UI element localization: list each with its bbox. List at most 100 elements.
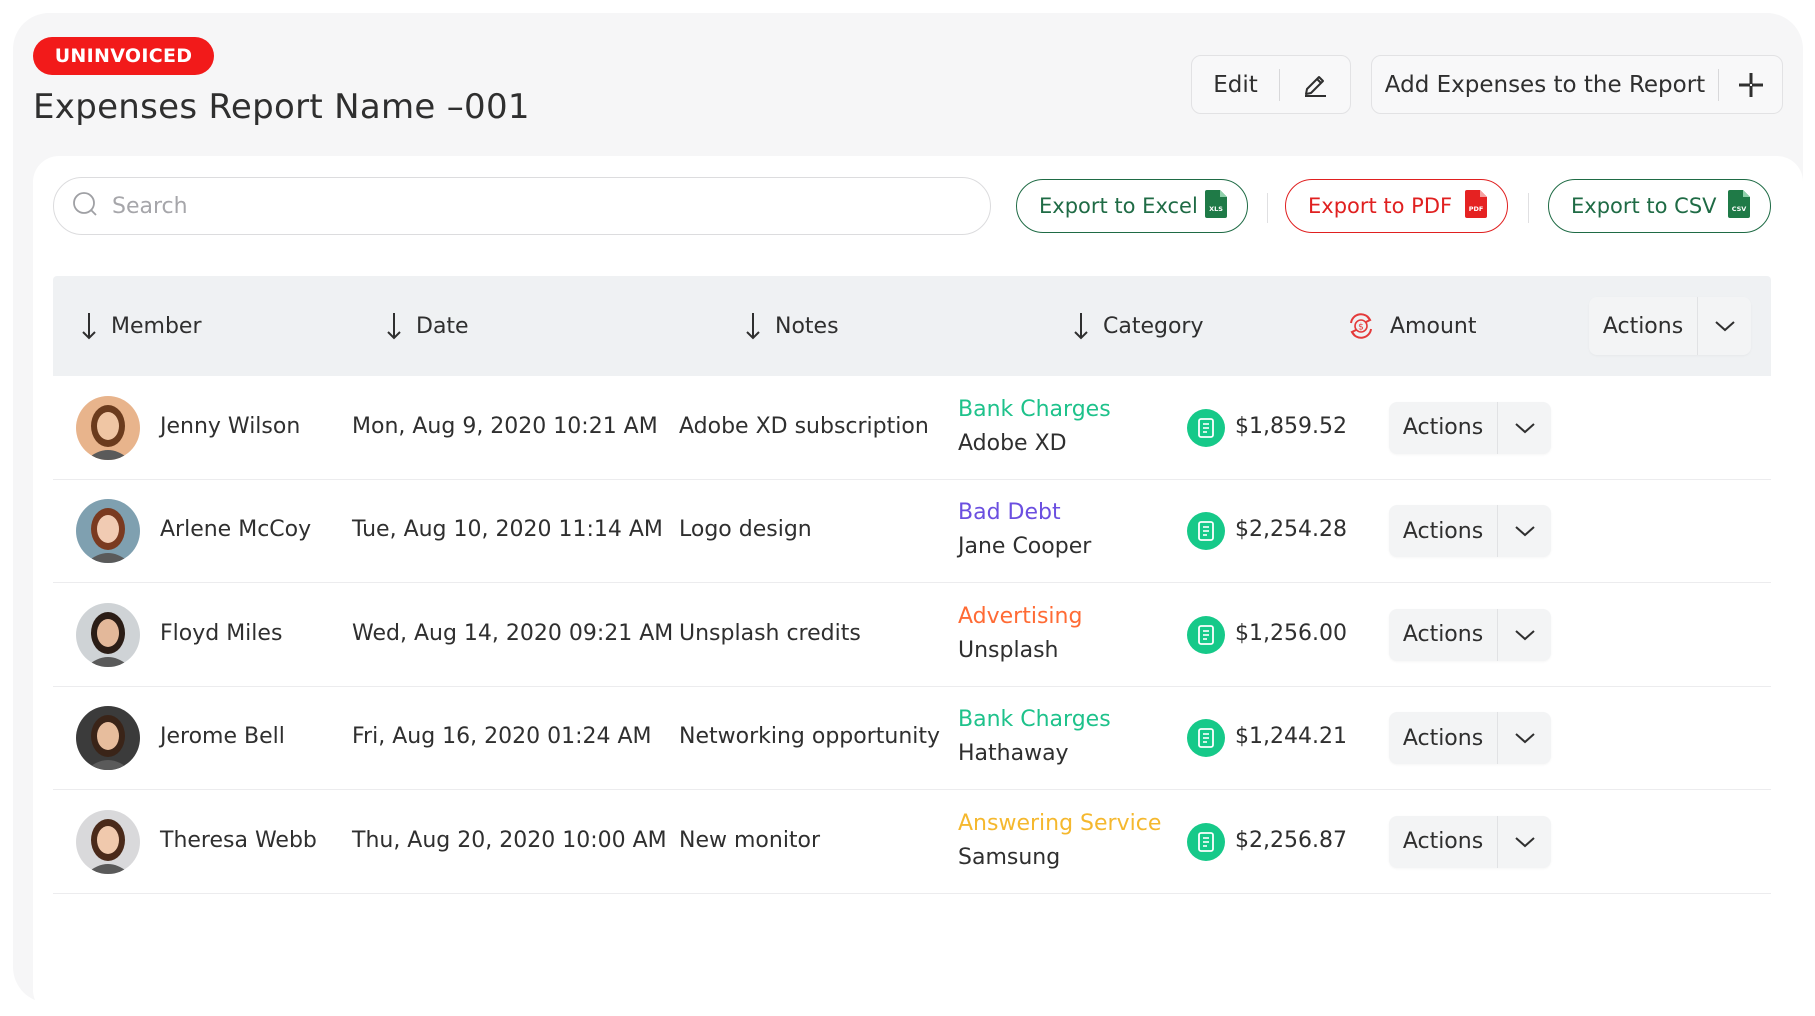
search-box[interactable] <box>53 177 991 235</box>
row-actions-label: Actions <box>1402 622 1484 648</box>
avatar <box>76 706 140 771</box>
row-actions-label: Actions <box>1402 518 1484 544</box>
column-member[interactable]: Member <box>81 276 202 376</box>
vendor-name: Jane Cooper <box>958 534 1092 560</box>
status-badge: UNINVOICED <box>33 37 214 75</box>
row-actions-dropdown[interactable]: Actions <box>1389 815 1551 868</box>
vendor-name: Samsung <box>958 844 1061 870</box>
export-csv-button[interactable]: Export to CSV CSV <box>1548 179 1771 233</box>
row-actions-dropdown[interactable]: Actions <box>1389 712 1551 765</box>
expense-amount: $2,254.28 <box>1235 517 1347 543</box>
report-card: Export to Excel XLS Export to PDF PDF Ex… <box>33 156 1803 1016</box>
table-header: Member Date Notes Category $ Amount Acti… <box>53 276 1771 376</box>
report-page: UNINVOICED Expenses Report Name –001 Edi… <box>13 13 1803 1016</box>
excel-badge-text: XLS <box>1209 205 1223 213</box>
expense-notes: Logo design <box>679 517 812 543</box>
avatar <box>76 395 140 460</box>
expense-date: Tue, Aug 10, 2020 11:14 AM <box>352 517 663 543</box>
expense-date: Wed, Aug 14, 2020 09:21 AM <box>352 620 674 646</box>
edit-button-label: Edit <box>1213 71 1258 98</box>
column-date[interactable]: Date <box>386 276 469 376</box>
category-label: Bank Charges <box>958 396 1111 422</box>
pdf-badge-text: PDF <box>1469 205 1484 213</box>
chevron-down-icon <box>1498 628 1551 642</box>
chevron-down-icon <box>1498 524 1551 538</box>
category-label: Bank Charges <box>958 707 1111 733</box>
sort-arrow-down-icon <box>745 311 761 341</box>
expense-notes: New monitor <box>679 827 821 853</box>
expense-date: Thu, Aug 20, 2020 10:00 AM <box>352 827 667 853</box>
bulk-actions-label: Actions <box>1602 313 1684 339</box>
vendor-name: Unsplash <box>958 637 1059 663</box>
edit-button[interactable]: Edit <box>1191 55 1351 114</box>
row-actions-label: Actions <box>1402 829 1484 855</box>
pdf-file-icon: PDF <box>1465 189 1487 223</box>
row-actions-dropdown[interactable]: Actions <box>1389 608 1551 661</box>
receipt-icon <box>1187 615 1225 654</box>
column-amount[interactable]: $ Amount <box>1346 276 1476 376</box>
receipt-icon <box>1187 512 1225 551</box>
column-category-label: Category <box>1103 313 1204 339</box>
chevron-down-icon <box>1498 835 1551 849</box>
page-title: Expenses Report Name –001 <box>33 87 530 127</box>
export-excel-button[interactable]: Export to Excel XLS <box>1016 179 1248 233</box>
divider <box>1267 193 1268 223</box>
export-csv-label: Export to CSV <box>1571 194 1717 218</box>
category-label: Answering Service <box>958 810 1162 836</box>
sort-arrow-down-icon <box>81 311 97 341</box>
bulk-actions-dropdown[interactable]: Actions <box>1589 297 1751 355</box>
vendor-name: Adobe XD <box>958 430 1067 456</box>
chevron-down-icon <box>1498 421 1551 435</box>
row-actions-dropdown[interactable]: Actions <box>1389 401 1551 454</box>
member-name: Arlene McCoy <box>160 517 312 543</box>
chevron-down-icon <box>1498 731 1551 745</box>
add-expenses-button[interactable]: Add Expenses to the Report <box>1371 55 1783 114</box>
column-notes-label: Notes <box>775 313 839 339</box>
receipt-icon <box>1187 822 1225 861</box>
expense-date: Mon, Aug 9, 2020 10:21 AM <box>352 413 658 439</box>
category-label: Advertising <box>958 603 1083 629</box>
excel-file-icon: XLS <box>1205 189 1227 223</box>
csv-file-icon: CSV <box>1728 189 1750 223</box>
expense-notes: Networking opportunity <box>679 724 941 750</box>
search-input[interactable] <box>112 193 932 219</box>
dollar-cycle-icon: $ <box>1346 311 1376 341</box>
divider <box>1528 193 1529 223</box>
expense-notes: Adobe XD subscription <box>679 413 929 439</box>
expense-date: Fri, Aug 16, 2020 01:24 AM <box>352 724 652 750</box>
expense-notes: Unsplash credits <box>679 620 861 646</box>
member-name: Jenny Wilson <box>160 413 301 439</box>
avatar <box>76 499 140 564</box>
plus-icon <box>1719 72 1782 98</box>
export-pdf-button[interactable]: Export to PDF PDF <box>1285 179 1508 233</box>
csv-badge-text: CSV <box>1732 205 1747 213</box>
table-row[interactable]: Floyd Miles Wed, Aug 14, 2020 09:21 AM U… <box>53 583 1771 687</box>
table-row[interactable]: Jerome Bell Fri, Aug 16, 2020 01:24 AM N… <box>53 687 1771 790</box>
svg-text:$: $ <box>1358 323 1364 333</box>
member-name: Jerome Bell <box>160 724 285 750</box>
category-label: Bad Debt <box>958 500 1061 526</box>
member-name: Floyd Miles <box>160 620 283 646</box>
chevron-down-icon <box>1698 319 1751 333</box>
member-name: Theresa Webb <box>160 827 317 853</box>
expense-amount: $1,859.52 <box>1235 413 1347 439</box>
sort-arrow-down-icon <box>386 311 402 341</box>
table-row[interactable]: Theresa Webb Thu, Aug 20, 2020 10:00 AM … <box>53 790 1771 894</box>
column-category[interactable]: Category <box>1073 276 1204 376</box>
column-notes[interactable]: Notes <box>745 276 839 376</box>
expense-amount: $2,256.87 <box>1235 827 1347 853</box>
export-pdf-label: Export to PDF <box>1308 194 1453 218</box>
column-amount-label: Amount <box>1390 313 1477 339</box>
table-row[interactable]: Arlene McCoy Tue, Aug 10, 2020 11:14 AM … <box>53 480 1771 583</box>
receipt-icon <box>1187 408 1225 447</box>
row-actions-dropdown[interactable]: Actions <box>1389 505 1551 558</box>
vendor-name: Hathaway <box>958 741 1069 767</box>
avatar <box>76 809 140 874</box>
pencil-icon <box>1280 72 1350 98</box>
column-member-label: Member <box>111 313 202 339</box>
row-actions-label: Actions <box>1402 415 1484 441</box>
expense-amount: $1,256.00 <box>1235 620 1347 646</box>
receipt-icon <box>1187 719 1225 758</box>
table-row[interactable]: Jenny Wilson Mon, Aug 9, 2020 10:21 AM A… <box>53 376 1771 480</box>
avatar <box>76 602 140 667</box>
